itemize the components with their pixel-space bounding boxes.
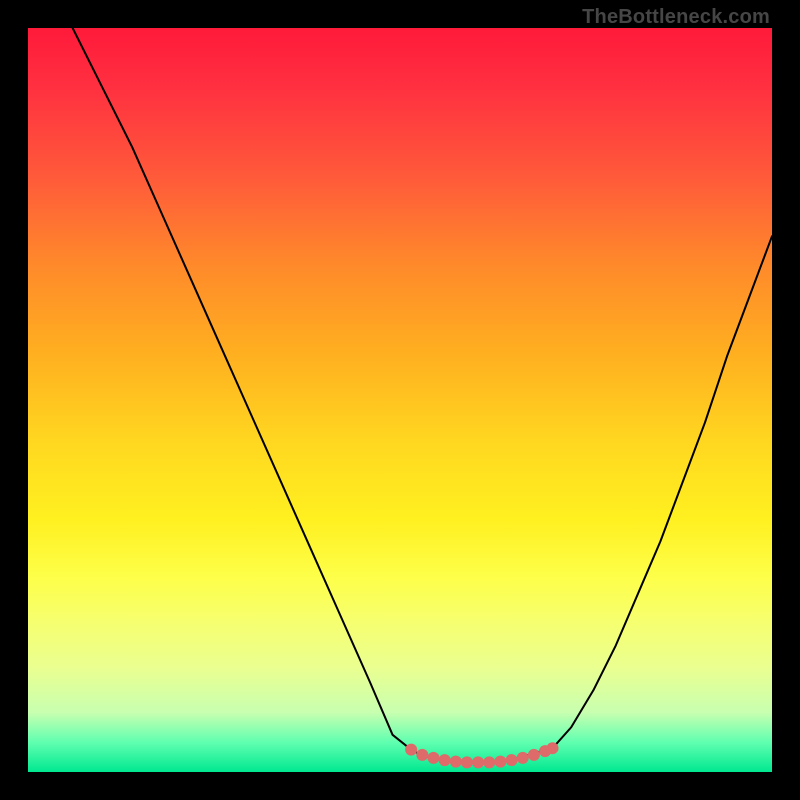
marker-dot (506, 754, 518, 766)
marker-dot (461, 756, 473, 768)
chart-frame: TheBottleneck.com (0, 0, 800, 800)
curve-lines (73, 28, 772, 762)
watermark-text: TheBottleneck.com (582, 6, 770, 29)
marker-dot (494, 756, 506, 768)
marker-dot (547, 742, 559, 754)
marker-dot (517, 752, 529, 764)
marker-dot (472, 756, 484, 768)
curve-layer (28, 28, 772, 772)
marker-dot (405, 744, 417, 756)
marker-dot (450, 756, 462, 768)
bottom-markers (405, 742, 558, 768)
plot-area (28, 28, 772, 772)
series-left-curve (73, 28, 412, 750)
marker-dot (439, 754, 451, 766)
marker-dot (427, 752, 439, 764)
marker-dot (483, 756, 495, 768)
marker-dot (416, 749, 428, 761)
series-right-curve (553, 236, 772, 748)
marker-dot (528, 749, 540, 761)
